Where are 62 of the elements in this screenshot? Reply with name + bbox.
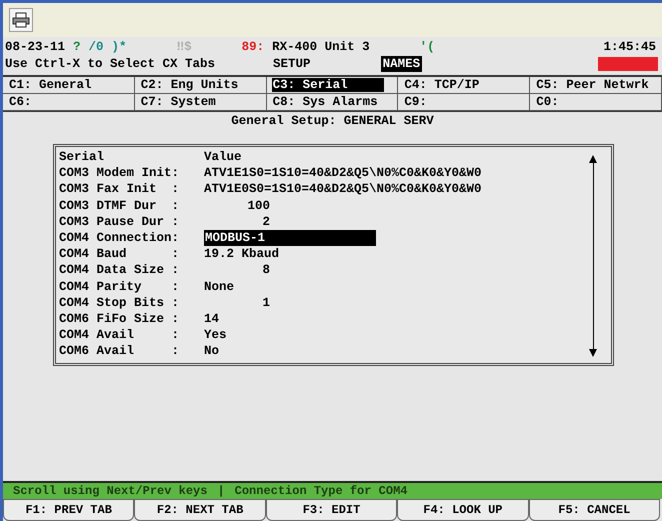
status-indicator: )* [112, 39, 127, 55]
tab[interactable]: C1: General [8, 78, 93, 92]
tab[interactable]: C2: Eng Units [140, 78, 240, 92]
setting-value[interactable]: 100 [204, 198, 270, 214]
setting-label: COM3 Pause Dur : [59, 214, 180, 230]
tab[interactable]: C4: TCP/IP [403, 78, 480, 92]
column-header: Value [204, 149, 242, 166]
setting-label: COM6 FiFo Size : [59, 311, 180, 328]
status-text: Connection Type for COM4 [234, 483, 408, 500]
setting-value[interactable]: 1 [204, 294, 270, 312]
tab[interactable]: C6: [8, 95, 33, 109]
status-indicator: ‼$ [176, 39, 192, 55]
down-arrow-icon[interactable] [589, 349, 597, 357]
tab[interactable]: C3: Serial [272, 78, 384, 92]
setting-value[interactable]: 2 [204, 214, 270, 230]
setting-label: COM3 Modem Init: [59, 165, 180, 182]
setting-value[interactable]: ATV1E1S0=1S10=40&D2&Q5\N0%C0&K0&Y0&W0 [204, 165, 482, 182]
alarm-indicator [598, 57, 658, 71]
setting-value[interactable]: MODBUS-1 [204, 230, 376, 246]
setting-value[interactable]: 19.2 Kbaud [204, 246, 280, 262]
tab[interactable]: C5: Peer Netwrk [535, 78, 650, 92]
function-key-button[interactable]: F2: NEXT TAB [134, 499, 266, 521]
setting-label: COM4 Parity : [59, 278, 180, 295]
setting-value[interactable]: No [204, 343, 220, 360]
mode-label: SETUP [273, 56, 311, 72]
names-badge: NAMES [380, 56, 422, 72]
setting-label: COM4 Avail : [59, 327, 180, 344]
status-text: Scroll using Next/Prev keys [13, 483, 208, 500]
hint-text: Use Ctrl-X to Select CX Tabs [5, 56, 216, 72]
status-indicator: ? [73, 39, 81, 55]
setting-value[interactable]: Yes [204, 327, 227, 344]
setting-label: COM3 DTMF Dur : [59, 198, 180, 214]
scrollbar[interactable] [588, 155, 598, 357]
setting-label: COM3 Fax Init : [59, 181, 180, 198]
status-indicator: 89: [242, 39, 264, 55]
tab[interactable]: C9: [403, 95, 428, 109]
setting-value[interactable]: 8 [204, 262, 270, 279]
function-key-button[interactable]: F1: PREV TAB [3, 499, 134, 521]
setting-label: COM4 Data Size : [59, 262, 180, 279]
setting-value[interactable]: None [204, 278, 234, 295]
tab[interactable]: C0: [535, 95, 560, 109]
function-key-button[interactable]: F5: CANCEL [528, 499, 660, 521]
status-indicator: /0 [88, 39, 104, 55]
function-key-button[interactable]: F4: LOOK UP [397, 499, 529, 521]
tab[interactable]: C7: System [140, 95, 217, 109]
setting-label: COM4 Stop Bits : [59, 294, 180, 312]
print-icon[interactable] [9, 8, 33, 32]
status-text: | [217, 483, 225, 500]
function-key-button[interactable]: F3: EDIT [266, 499, 398, 521]
column-header: Serial [59, 149, 106, 166]
up-arrow-icon[interactable] [589, 155, 597, 163]
tab[interactable]: C8: Sys Alarms [272, 95, 379, 109]
status-indicator: 08-23-11 [5, 39, 66, 55]
setting-label: COM4 Baud : [59, 246, 180, 262]
status-indicator: '( [420, 39, 435, 55]
status-indicator: RX-400 Unit 3 [272, 39, 370, 55]
screen-title: General Setup: GENERAL SERV [230, 113, 435, 130]
clock-time: 1:45:45 [603, 39, 657, 55]
setting-value[interactable]: ATV1E0S0=1S10=40&D2&Q5\N0%C0&K0&Y0&W0 [204, 181, 482, 198]
setting-value[interactable]: 14 [204, 311, 220, 328]
setting-label: COM4 Connection: [59, 230, 180, 246]
setting-label: COM6 Avail : [59, 343, 180, 360]
